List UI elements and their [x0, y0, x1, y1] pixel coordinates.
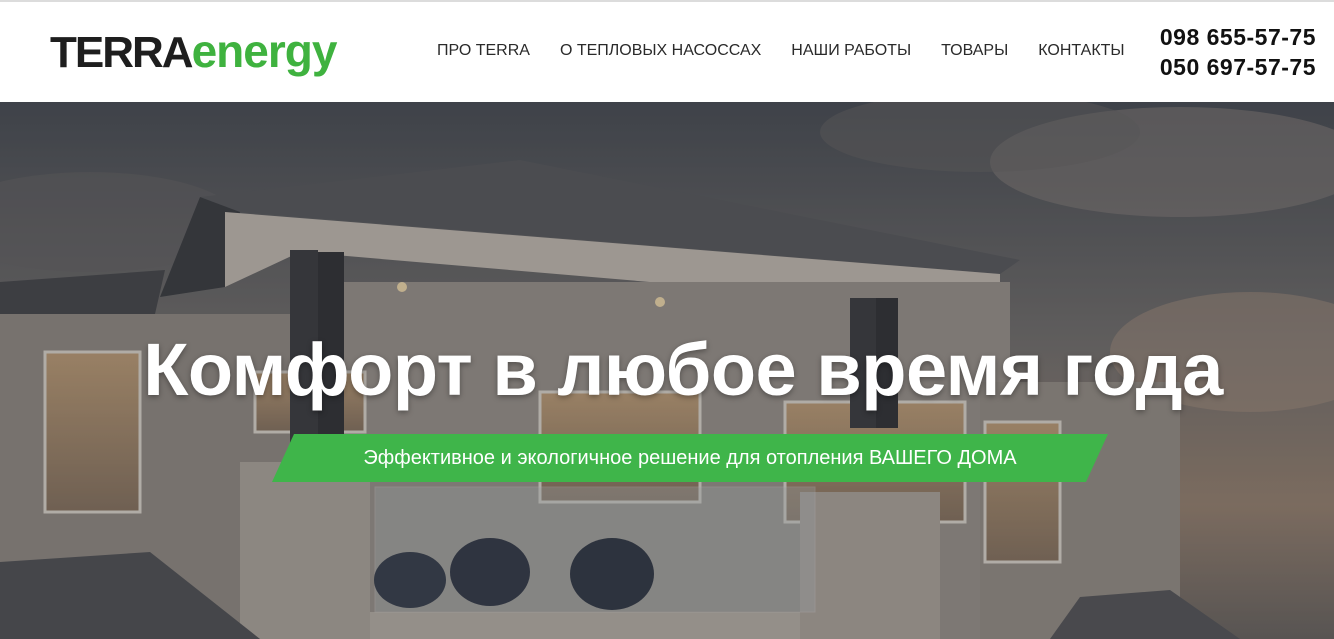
nav-item-products[interactable]: ТОВАРЫ — [941, 40, 1008, 62]
phone-block: 098 655-57-75 050 697-57-75 — [1160, 22, 1316, 82]
site-header: TERRA energy ПРО TERRA О ТЕПЛОВЫХ НАСОССА… — [0, 2, 1334, 102]
logo-text-terra: TERRA — [50, 28, 194, 77]
phone-number-1[interactable]: 098 655-57-75 — [1160, 22, 1316, 52]
nav-item-contacts[interactable]: КОНТАКТЫ — [1038, 40, 1124, 62]
logo[interactable]: TERRA energy — [50, 25, 338, 77]
hero-title: Комфорт в любое время года — [143, 328, 1223, 411]
hero-banner: Комфорт в любое время года Эффективное и… — [0, 102, 1334, 639]
main-nav: ПРО TERRA О ТЕПЛОВЫХ НАСОССАХ НАШИ РАБОТ… — [437, 40, 1125, 62]
nav-item-our-works[interactable]: НАШИ РАБОТЫ — [791, 40, 911, 62]
nav-item-about[interactable]: ПРО TERRA — [437, 40, 530, 62]
hero-subtitle-ribbon: Эффективное и экологичное решение для от… — [272, 434, 1108, 482]
logo-text-energy: energy — [191, 25, 338, 77]
phone-number-2[interactable]: 050 697-57-75 — [1160, 52, 1316, 82]
hero-subtitle: Эффективное и экологичное решение для от… — [363, 447, 1017, 469]
nav-item-heat-pumps[interactable]: О ТЕПЛОВЫХ НАСОССАХ — [560, 40, 761, 62]
